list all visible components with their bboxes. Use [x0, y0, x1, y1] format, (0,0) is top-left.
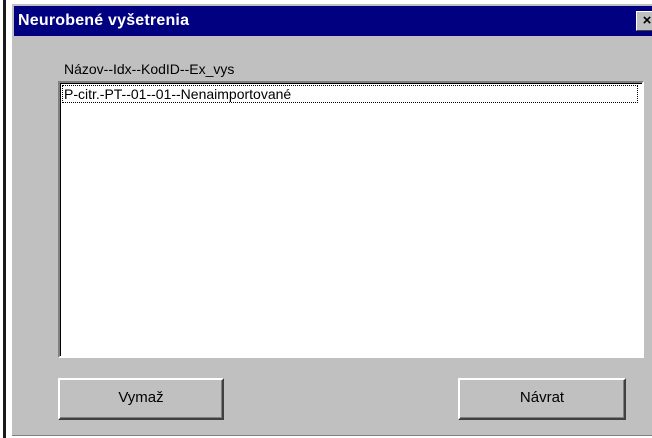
list-item[interactable]: P-citr.-PT--01--01--Nenaimportované	[62, 85, 638, 103]
screen: Neurobené vyšetrenia × Názov--Idx--KodID…	[0, 0, 652, 438]
window-title: Neurobené vyšetrenia	[18, 12, 190, 29]
exam-listbox[interactable]: P-citr.-PT--01--01--Nenaimportované	[58, 81, 644, 358]
background-window-edge	[0, 0, 6, 438]
delete-button[interactable]: Vymaž	[58, 378, 224, 420]
close-button[interactable]: ×	[636, 11, 652, 31]
close-icon: ×	[642, 12, 652, 29]
return-button[interactable]: Návrat	[458, 378, 626, 420]
dialog-window: Neurobené vyšetrenia × Názov--Idx--KodID…	[10, 2, 652, 436]
title-bar[interactable]: Neurobené vyšetrenia ×	[14, 6, 652, 36]
list-header: Názov--Idx--KodID--Ex_vys	[64, 61, 235, 77]
background-window-border	[3, 0, 6, 438]
